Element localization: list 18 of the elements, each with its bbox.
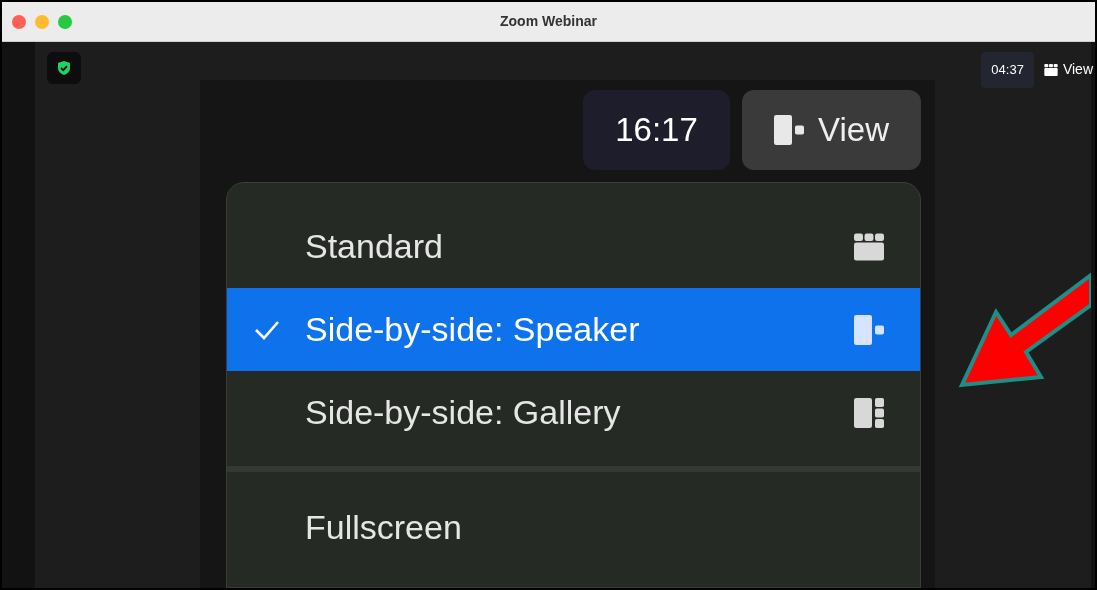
view-button[interactable]: View (742, 90, 921, 170)
view-button[interactable]: View (1043, 59, 1093, 81)
side-panel-icon (774, 112, 805, 148)
side-panel-icon (854, 314, 884, 345)
menu-item[interactable]: Side-by-side: Gallery (227, 371, 920, 454)
menu-item[interactable]: Side-by-side: Speaker (227, 288, 920, 371)
meeting-timer: 04:37 (981, 52, 1034, 88)
menu-item[interactable]: Fullscreen (227, 486, 920, 569)
gallery-icon (854, 397, 884, 428)
grid-icon (854, 231, 884, 262)
window-title: Zoom Webinar (500, 13, 597, 29)
zoom-button[interactable] (58, 14, 72, 29)
close-button[interactable] (12, 14, 26, 29)
grid-icon (1043, 63, 1058, 76)
shield-icon[interactable] (47, 52, 81, 84)
meeting-timer: 16:17 (583, 90, 730, 170)
menu-item[interactable]: Standard (227, 205, 920, 288)
minimize-button[interactable] (35, 14, 49, 29)
